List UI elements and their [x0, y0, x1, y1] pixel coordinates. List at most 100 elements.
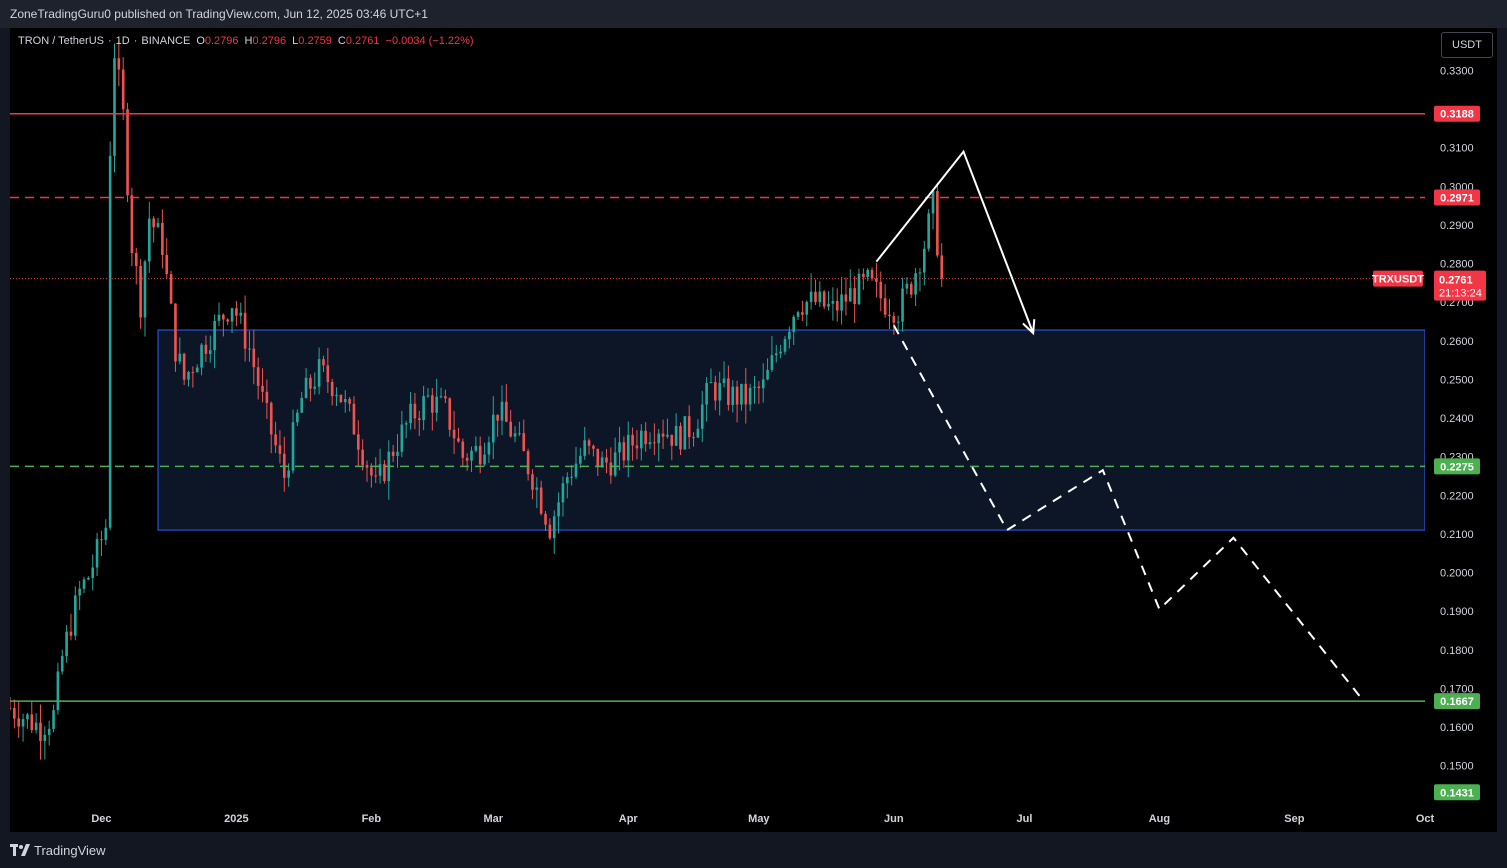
candle-body [914, 273, 917, 295]
candle-body [526, 451, 530, 475]
y-tick-label: 0.2100 [1440, 529, 1474, 541]
y-tick-label: 0.1900 [1440, 606, 1474, 618]
candle-body [531, 474, 534, 490]
interval-label[interactable]: 1D [116, 35, 130, 47]
candle-body [17, 718, 21, 727]
candle-body [740, 383, 743, 405]
candle-body [391, 451, 395, 456]
candle-body [422, 396, 425, 421]
candle-body [574, 463, 578, 477]
candle-body [370, 467, 373, 476]
tradingview-logo[interactable]: TradingView [10, 843, 106, 858]
chart-legend: TRON / TetherUS · 1D · BINANCE O 0.2796 … [18, 35, 474, 47]
candle-body [126, 109, 129, 196]
footer: TradingView [0, 832, 1507, 868]
candle-body [840, 294, 843, 311]
candle-body [121, 69, 125, 110]
candle-body [670, 434, 674, 446]
x-tick-label: Jun [884, 813, 904, 825]
candle-body [809, 291, 813, 302]
candle-body [60, 656, 64, 672]
candle-body [13, 708, 16, 719]
candle-body [683, 416, 687, 450]
candle-body [452, 429, 456, 439]
currency-button[interactable]: USDT [1441, 32, 1493, 58]
candle-body [827, 303, 830, 307]
candle-body [439, 396, 443, 398]
candle-body [87, 577, 90, 580]
candle-body [39, 722, 42, 741]
legend-separator: · [133, 35, 138, 47]
candle-body [892, 316, 896, 323]
candle-body [65, 631, 68, 657]
candle-body [500, 401, 504, 421]
candle-body [182, 353, 186, 380]
candle-body [317, 359, 321, 387]
level-price-tag: 0.3188 [1440, 109, 1474, 121]
candle-body [204, 344, 208, 354]
candle-body [596, 448, 600, 468]
candle-body [505, 401, 508, 422]
candle-body [365, 465, 369, 468]
candle-body [592, 445, 595, 449]
candle-body [770, 355, 774, 370]
candle-body [792, 316, 795, 332]
candle-body [348, 399, 351, 404]
candle-body [417, 418, 421, 421]
candle-body [635, 445, 639, 449]
candle-body [217, 314, 221, 321]
range-zone[interactable] [157, 329, 1426, 531]
candle-body [82, 579, 86, 589]
high-value: 0.2796 [252, 35, 287, 47]
candle-body [74, 595, 77, 636]
level-price-tag: 0.2971 [1440, 193, 1474, 205]
candle-body [931, 191, 935, 214]
candle-body [339, 394, 343, 403]
low-value: 0.2759 [298, 35, 332, 47]
candle-body [191, 372, 195, 374]
candle-body [748, 387, 752, 405]
candle-body [640, 430, 643, 449]
candle-body [687, 416, 691, 438]
candle-body [561, 483, 565, 503]
candle-body [522, 433, 526, 452]
candle-body [208, 350, 212, 354]
published-info: ZoneTradingGuru0 published on TradingVie… [10, 7, 428, 21]
candle-body [470, 450, 473, 461]
candle-body [374, 475, 378, 477]
candle-body [426, 395, 430, 397]
candle-body [735, 386, 739, 405]
candle-body [313, 386, 317, 389]
chart-area[interactable]: 0.3300 0.3100 0.3000 0.2900 0.2800 0.2700 0.26… [10, 28, 1497, 832]
candle-body [491, 414, 495, 443]
candle-body [774, 353, 778, 356]
candle-body [152, 218, 155, 228]
candle-body [822, 291, 826, 307]
candle-body [230, 308, 234, 322]
y-tick-label: 0.2500 [1440, 374, 1474, 386]
candle-body [143, 261, 147, 318]
price-chart[interactable]: 0.33000.31000.30000.29000.28000.27000.26… [10, 28, 1497, 832]
candle-body [26, 714, 29, 720]
candle-body [705, 382, 708, 405]
candle-body [831, 301, 835, 304]
candle-body [465, 457, 469, 461]
candle-body [801, 312, 804, 315]
candle-body [378, 464, 382, 476]
candle-body [156, 223, 160, 228]
candle-body [814, 291, 817, 303]
candle-body [174, 303, 177, 362]
candle-body [483, 454, 486, 465]
candle-body [853, 288, 856, 305]
candle-body [565, 477, 569, 484]
candle-body [457, 438, 460, 442]
candle-body [187, 372, 190, 380]
symbol-name[interactable]: TRON / TetherUS [18, 35, 104, 47]
y-tick-label: 0.1500 [1440, 761, 1474, 773]
candle-body [148, 218, 151, 262]
candle-body [579, 455, 582, 464]
candle-body [396, 451, 399, 456]
candle-body [161, 223, 164, 255]
x-tick-label: 2025 [224, 813, 248, 825]
change-value: −0.0034 (−1.22%) [385, 35, 474, 47]
